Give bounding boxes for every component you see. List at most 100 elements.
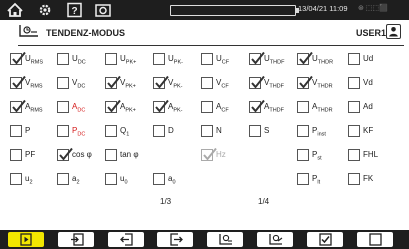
checkbox-box[interactable]: [348, 173, 360, 185]
checkbox-box[interactable]: [153, 125, 165, 137]
user-label: USER1: [356, 28, 387, 38]
checkbox-box[interactable]: [348, 125, 360, 137]
redo-icon: [170, 233, 183, 246]
checkbox-label: Hz: [216, 150, 226, 159]
checkbox-box[interactable]: [348, 101, 360, 113]
checkbox-box[interactable]: [105, 173, 117, 185]
checkbox-label: FHL: [363, 150, 379, 159]
checkbox-box[interactable]: [201, 53, 213, 65]
checkbox-label: cos φ: [72, 150, 92, 159]
checkbox-box[interactable]: [57, 77, 69, 89]
checkbox-box[interactable]: [201, 77, 213, 89]
checkbox-label: a0: [168, 174, 176, 186]
checkbox-box[interactable]: [153, 53, 165, 65]
checkbox-label: PDC: [72, 126, 86, 138]
checkbox-box[interactable]: [105, 99, 121, 113]
checkbox-label: UCF: [216, 54, 230, 66]
checkbox-box[interactable]: [297, 51, 313, 65]
checkbox-box[interactable]: [10, 99, 26, 113]
checkbox-box[interactable]: [10, 173, 22, 185]
status-indicators: ⊛ ⬚⬚⬛: [358, 5, 388, 12]
checkbox-box[interactable]: [249, 125, 261, 137]
checkbox-label: UTHDR: [312, 54, 334, 66]
checkbox-box[interactable]: [105, 149, 117, 161]
checkbox-box[interactable]: [105, 75, 121, 89]
checkbox-box[interactable]: [249, 75, 265, 89]
checkbox-box[interactable]: [57, 53, 69, 65]
checkbox-label: Vd: [363, 78, 373, 87]
checkbox-box[interactable]: [348, 149, 360, 161]
help-icon[interactable]: ?: [66, 2, 84, 18]
undo-button[interactable]: [108, 232, 144, 247]
header-divider: [18, 45, 404, 46]
settings-icon[interactable]: [36, 2, 54, 18]
checkbox-label: VTHDF: [264, 78, 285, 90]
checkbox-box[interactable]: [57, 147, 73, 161]
checkbox-label: tan φ: [120, 150, 139, 159]
checkbox-box[interactable]: [297, 173, 309, 185]
status-bar: ? 13/04/21 11:09 ⊛ ⬚⬚⬛: [0, 0, 409, 20]
checkbox-box[interactable]: [201, 147, 217, 161]
checkbox-box[interactable]: [10, 125, 22, 137]
checkbox-label: S: [264, 126, 270, 135]
checkbox-box[interactable]: [57, 173, 69, 185]
checkbox-label: APK+: [120, 102, 136, 114]
checkbox-label: Q1: [120, 126, 130, 138]
play-button[interactable]: [8, 232, 44, 247]
page-indicator-right: 1/4: [258, 197, 270, 206]
trend-record-button[interactable]: [207, 232, 243, 247]
checkbox-box[interactable]: [153, 99, 169, 113]
checkbox-box[interactable]: [249, 51, 265, 65]
check-icon: [319, 233, 332, 246]
checkbox-label: UPK+: [120, 54, 137, 66]
checkbox-box[interactable]: [348, 53, 360, 65]
checkbox-box[interactable]: [297, 101, 309, 113]
checkbox-label: N: [216, 126, 222, 135]
checkbox-label: UPK-: [168, 54, 183, 66]
undo-icon: [120, 233, 133, 246]
checkbox-box[interactable]: [10, 149, 22, 161]
enter-button[interactable]: [58, 232, 94, 247]
checkbox-label: Pst: [312, 150, 322, 162]
checkbox-label: URMS: [25, 54, 44, 66]
checkbox-box[interactable]: [153, 75, 169, 89]
checkbox-label: VPK-: [168, 78, 183, 90]
checkbox-box[interactable]: [10, 75, 26, 89]
checkbox-box[interactable]: [297, 149, 309, 161]
checkbox-label: a2: [72, 174, 80, 186]
user-button[interactable]: [386, 24, 401, 39]
checkbox-label: Plt: [312, 174, 321, 186]
checkbox-label: P: [25, 126, 31, 135]
battery-indicator: [170, 5, 299, 16]
checkbox-box[interactable]: [57, 125, 69, 137]
checkbox-label: VCF: [216, 78, 229, 90]
checkbox-box[interactable]: [348, 77, 360, 89]
checkbox-box[interactable]: [201, 101, 213, 113]
redo-button[interactable]: [157, 232, 193, 247]
home-icon[interactable]: [6, 2, 24, 18]
trend-config-icon: [269, 234, 283, 245]
deselect-all-button[interactable]: [357, 232, 393, 247]
play-icon: [20, 233, 32, 246]
checkbox-label: ADC: [72, 102, 86, 114]
checkbox-box[interactable]: [105, 125, 117, 137]
svg-text:?: ?: [71, 6, 77, 17]
checkbox-box[interactable]: [201, 125, 213, 137]
checkbox-box[interactable]: [297, 75, 313, 89]
checkbox-box[interactable]: [105, 53, 117, 65]
checkbox-label: D: [168, 126, 174, 135]
camera-icon[interactable]: [94, 2, 112, 18]
checkbox-label: ACF: [216, 102, 229, 114]
checkbox-box[interactable]: [10, 51, 26, 65]
checkbox-box[interactable]: [153, 173, 165, 185]
checkbox-label: u2: [25, 174, 33, 186]
datetime: 13/04/21 11:09: [298, 4, 348, 13]
checkbox-label: Ud: [363, 54, 374, 63]
trend-config-button[interactable]: [257, 232, 293, 247]
checkbox-label: u0: [120, 174, 128, 186]
checkbox-box[interactable]: [297, 125, 309, 137]
checkbox-label: UTHDF: [264, 54, 285, 66]
select-all-button[interactable]: [307, 232, 343, 247]
checkbox-box[interactable]: [57, 101, 69, 113]
checkbox-box[interactable]: [249, 99, 265, 113]
